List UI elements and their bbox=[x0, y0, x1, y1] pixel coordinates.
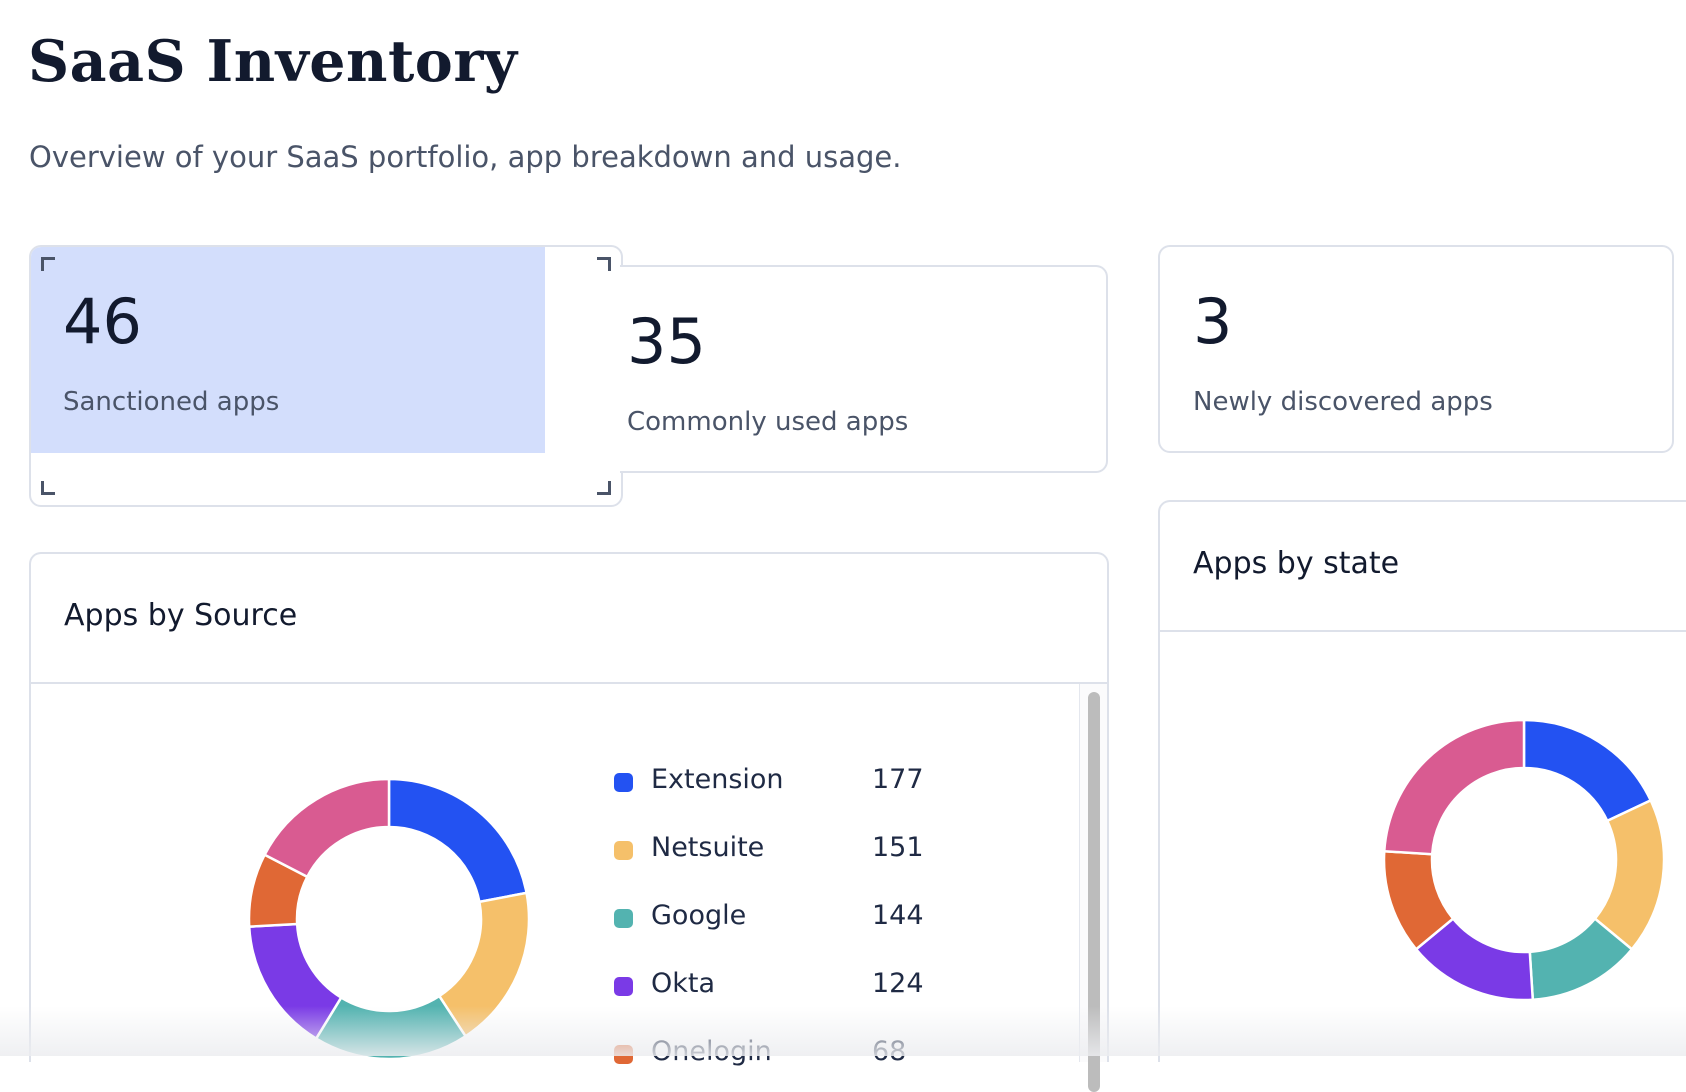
source-slice-2[interactable] bbox=[314, 994, 468, 1061]
legend-item[interactable]: Google 144 bbox=[614, 898, 1014, 938]
page-title: SaaS Inventory bbox=[28, 28, 518, 95]
corner-bracket-icon bbox=[597, 257, 611, 271]
legend-swatch bbox=[614, 909, 633, 928]
source-slice-5[interactable] bbox=[262, 777, 391, 879]
source-slice-3[interactable] bbox=[247, 922, 343, 1041]
scrollbar[interactable] bbox=[1079, 684, 1107, 1092]
stat-card-newly-discovered-apps[interactable]: 3 Newly discovered apps bbox=[1158, 245, 1674, 453]
legend-value: 144 bbox=[872, 900, 924, 931]
state-slice-0[interactable] bbox=[1522, 718, 1653, 823]
card-header: Apps by Source bbox=[31, 554, 1107, 684]
stat-label: Sanctioned apps bbox=[63, 387, 280, 417]
apps-by-state-donut bbox=[1382, 718, 1666, 1002]
corner-bracket-icon bbox=[41, 481, 55, 495]
corner-bracket-icon bbox=[41, 257, 55, 271]
page-subtitle: Overview of your SaaS portfolio, app bre… bbox=[29, 140, 902, 174]
card-header: Apps by state bbox=[1160, 502, 1686, 632]
stat-value: 46 bbox=[63, 285, 142, 358]
card-title: Apps by state bbox=[1193, 546, 1400, 581]
legend-value: 68 bbox=[872, 1036, 907, 1067]
scrollbar-thumb[interactable] bbox=[1088, 692, 1100, 1092]
legend-label: Netsuite bbox=[651, 832, 765, 863]
legend-swatch bbox=[614, 1045, 633, 1064]
legend-item[interactable]: Netsuite 151 bbox=[614, 830, 1014, 870]
legend-label: Onelogin bbox=[651, 1036, 772, 1067]
stat-value: 35 bbox=[627, 305, 706, 378]
stat-label: Commonly used apps bbox=[627, 407, 909, 437]
state-slice-5[interactable] bbox=[1382, 718, 1526, 856]
legend-swatch bbox=[614, 773, 633, 792]
stat-value: 3 bbox=[1193, 285, 1233, 358]
card-title: Apps by Source bbox=[64, 598, 298, 633]
stat-card-sanctioned-apps[interactable]: 46 Sanctioned apps bbox=[29, 245, 623, 507]
source-slice-0[interactable] bbox=[387, 777, 529, 904]
legend-swatch bbox=[614, 841, 633, 860]
apps-by-state-card: Apps by state bbox=[1158, 500, 1686, 1062]
legend-label: Google bbox=[651, 900, 747, 931]
legend-swatch bbox=[614, 977, 633, 996]
legend-item[interactable]: Extension 177 bbox=[614, 762, 1014, 802]
legend-item[interactable]: Onelogin 68 bbox=[614, 1034, 1014, 1074]
stat-label: Newly discovered apps bbox=[1193, 387, 1493, 417]
legend-label: Extension bbox=[651, 764, 784, 795]
corner-bracket-icon bbox=[597, 481, 611, 495]
legend-label: Okta bbox=[651, 968, 716, 999]
legend-item[interactable]: Okta 124 bbox=[614, 966, 1014, 1006]
apps-by-source-card: Apps by Source Extension 177 Netsuite 151 Go… bbox=[29, 552, 1109, 1092]
legend-value: 177 bbox=[872, 764, 924, 795]
stat-card-commonly-used-apps[interactable]: 35 Commonly used apps bbox=[620, 265, 1108, 473]
legend-value: 124 bbox=[872, 968, 924, 999]
legend-value: 151 bbox=[872, 832, 924, 863]
apps-by-source-donut bbox=[247, 777, 531, 1061]
